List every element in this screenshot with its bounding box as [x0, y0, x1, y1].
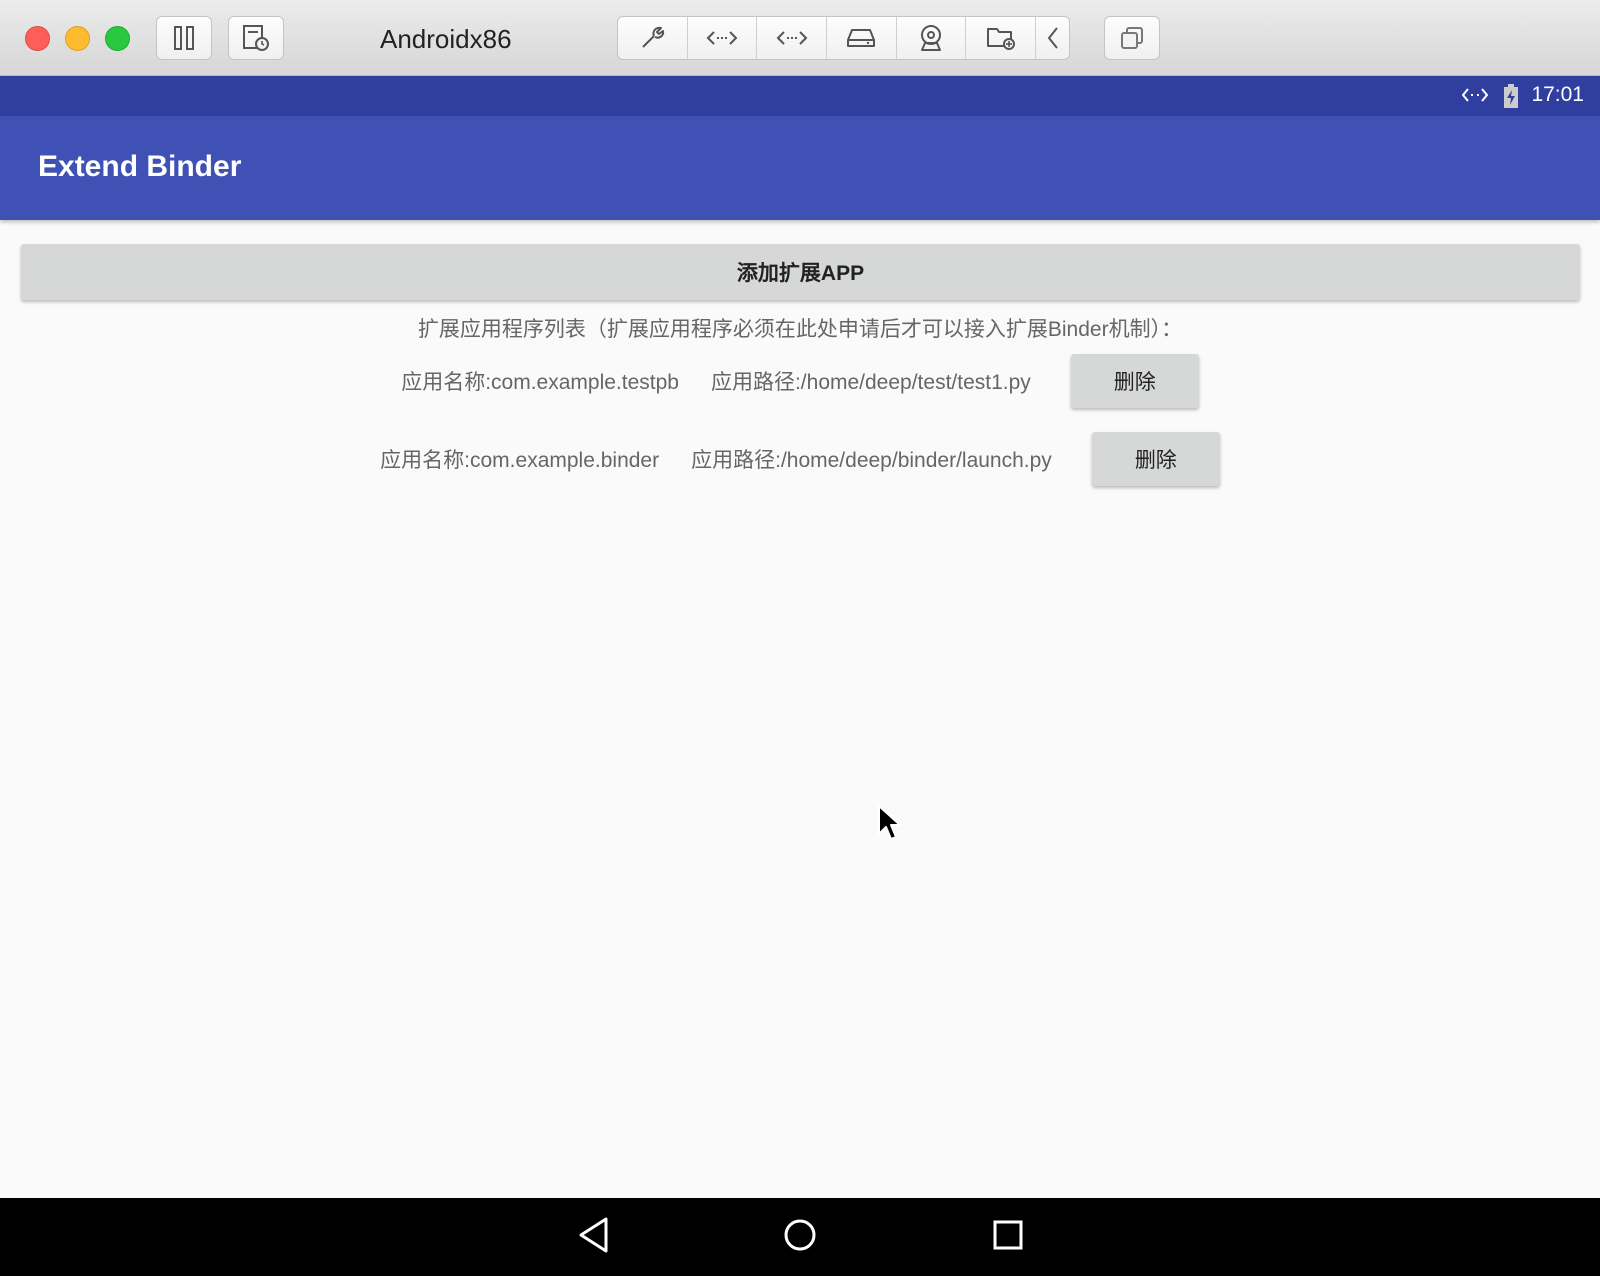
delete-button[interactable]: 删除 — [1091, 432, 1220, 486]
code-arrows-icon — [776, 31, 808, 45]
app-list-header: 扩展应用程序列表（扩展应用程序必须在此处申请后才可以接入扩展Binder机制）： — [417, 318, 1183, 341]
camera-button[interactable] — [897, 17, 967, 59]
app-name: 应用名称:com.example.binder — [380, 449, 660, 472]
app-name: 应用名称:com.example.testpb — [401, 371, 679, 394]
window-minimize-button[interactable] — [65, 26, 90, 51]
window-close-button[interactable] — [25, 26, 50, 51]
app-path: 应用路径:/home/deep/test/test1.py — [710, 371, 1031, 394]
home-icon[interactable] — [782, 1215, 818, 1255]
snapshot-button[interactable] — [228, 16, 284, 60]
pause-vm-button[interactable] — [156, 16, 212, 60]
battery-charging-icon — [1504, 84, 1518, 108]
navigation-bar — [0, 1198, 1600, 1276]
webcam-icon — [921, 25, 942, 51]
code-arrows-icon — [1462, 88, 1488, 102]
back-icon[interactable] — [576, 1215, 612, 1255]
snapshot-icon — [243, 25, 269, 51]
pause-icon — [174, 26, 194, 50]
vm-toolbar — [617, 16, 1070, 60]
network2-button[interactable] — [757, 17, 828, 59]
hard-drive-icon — [847, 29, 876, 47]
status-bar: 17:01 — [0, 76, 1600, 116]
network-button[interactable] — [688, 17, 758, 59]
window-maximize-button[interactable] — [105, 26, 130, 51]
list-item: 应用名称:com.example.testpb 应用路径:/home/deep/… — [0, 354, 1600, 408]
wrench-icon — [642, 26, 665, 48]
shared-folder-button[interactable] — [966, 17, 1037, 59]
recents-icon[interactable] — [990, 1215, 1026, 1255]
shared-folder-icon — [986, 28, 1015, 50]
window-titlebar: Androidx86 — [0, 0, 1600, 76]
status-time: 17:01 — [1531, 83, 1584, 106]
app-path: 应用路径:/home/deep/binder/launch.py — [691, 449, 1052, 472]
settings-button[interactable] — [618, 17, 688, 59]
app-bar: Extend Binder — [0, 116, 1600, 220]
app-title: Extend Binder — [38, 150, 242, 183]
copy-window-button[interactable] — [1104, 16, 1160, 60]
list-item: 应用名称:com.example.binder 应用路径:/home/deep/… — [0, 432, 1600, 486]
mouse-cursor-icon — [878, 805, 901, 840]
code-arrows-icon — [706, 31, 738, 45]
collapse-toolbar-button[interactable] — [1036, 17, 1069, 59]
chevron-left-icon — [1047, 27, 1058, 49]
copy-window-icon — [1121, 27, 1143, 49]
window-title: Androidx86 — [380, 24, 512, 54]
disk-button[interactable] — [827, 17, 897, 59]
delete-button[interactable]: 删除 — [1070, 354, 1199, 408]
add-app-button[interactable]: 添加扩展APP — [21, 244, 1580, 300]
